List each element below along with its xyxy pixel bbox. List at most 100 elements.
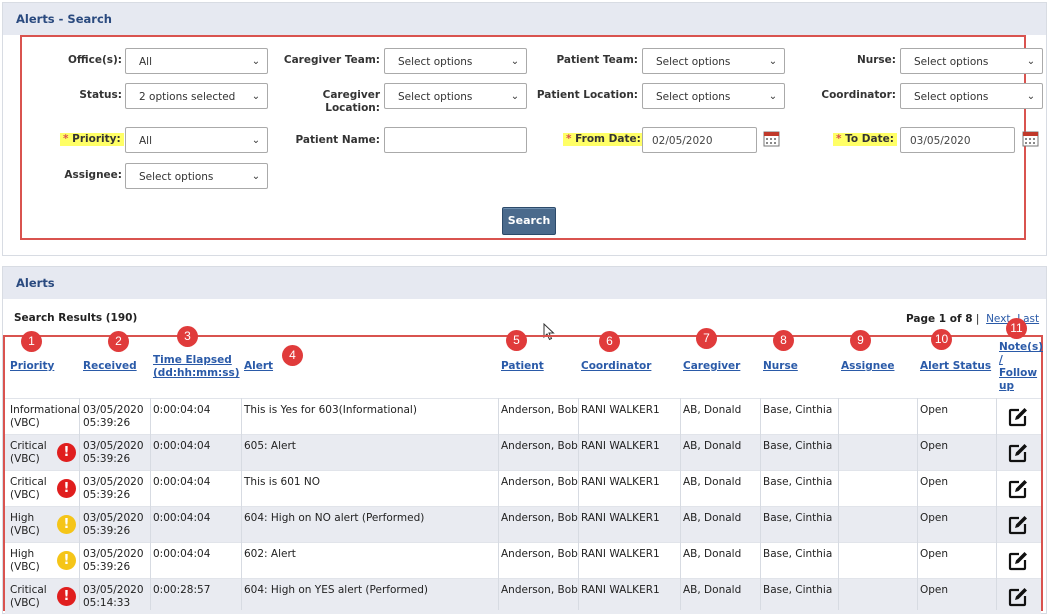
page-indicator: Page 1 of 8 bbox=[906, 313, 973, 325]
col-time-elapsed-line1: Time Elapsed bbox=[153, 354, 232, 366]
chevron-down-icon: ⌄ bbox=[510, 91, 520, 102]
coordinator-select[interactable]: Select options ⌄ bbox=[900, 83, 1043, 109]
status-select[interactable]: 2 options selected ⌄ bbox=[125, 83, 268, 109]
patient-cell: Anderson, Bob bbox=[501, 584, 578, 596]
required-star: * bbox=[63, 133, 69, 145]
table-row[interactable]: High (VBC)! 03/05/2020 05:39:26 0:00:04:04 60… bbox=[5, 542, 1041, 578]
col-patient[interactable]: Patient bbox=[501, 360, 544, 373]
status-cell: Open bbox=[920, 584, 949, 596]
alert-cell: This is Yes for 603(Informational) bbox=[244, 404, 417, 416]
received-date: 03/05/2020 bbox=[83, 404, 144, 416]
col-alert-status[interactable]: Alert Status bbox=[920, 360, 991, 373]
elapsed-cell: 0:00:04:04 bbox=[153, 440, 211, 452]
chevron-down-icon: ⌄ bbox=[251, 135, 261, 146]
edit-note-icon[interactable] bbox=[1007, 442, 1029, 464]
col-separator bbox=[150, 398, 151, 610]
caregiver-location-value: Select options bbox=[398, 91, 473, 103]
col-notes-line4: up bbox=[999, 380, 1014, 392]
priority-label-text: Priority: bbox=[72, 133, 121, 145]
col-received[interactable]: Received bbox=[83, 360, 137, 373]
callout-badge-9: 9 bbox=[850, 330, 871, 351]
assignee-select[interactable]: Select options ⌄ bbox=[125, 163, 268, 189]
elapsed-cell: 0:00:28:57 bbox=[153, 584, 211, 596]
callout-badge-1: 1 bbox=[21, 331, 42, 352]
col-time-elapsed[interactable]: Time Elapsed (dd:hh:mm:ss) bbox=[153, 354, 240, 380]
nurse-cell: Base, Cinthia bbox=[763, 440, 833, 452]
chevron-down-icon: ⌄ bbox=[768, 56, 778, 67]
pager-separator: | bbox=[975, 313, 980, 325]
priority-label: * Priority: bbox=[60, 133, 124, 146]
col-separator bbox=[498, 398, 499, 610]
col-notes-line2: / bbox=[999, 354, 1003, 366]
elapsed-cell: 0:00:04:04 bbox=[153, 512, 211, 524]
col-assignee[interactable]: Assignee bbox=[841, 360, 894, 373]
col-separator bbox=[578, 398, 579, 610]
caregiver-location-select[interactable]: Select options ⌄ bbox=[384, 83, 527, 109]
chevron-down-icon: ⌄ bbox=[251, 171, 261, 182]
patient-name-label: Patient Name: bbox=[295, 134, 380, 146]
priority-cell: High (VBC) bbox=[10, 512, 40, 538]
callout-badge-6: 6 bbox=[599, 331, 620, 352]
from-date-label-text: From Date: bbox=[575, 133, 641, 145]
priority-value: All bbox=[139, 135, 153, 147]
chevron-down-icon: ⌄ bbox=[251, 91, 261, 102]
calendar-icon[interactable] bbox=[763, 130, 780, 147]
patient-cell: Anderson, Bob bbox=[501, 476, 578, 488]
col-notes-followup[interactable]: Note(s) / Follow up bbox=[999, 341, 1043, 393]
caregiver-team-select[interactable]: Select options ⌄ bbox=[384, 48, 527, 74]
col-separator bbox=[241, 398, 242, 610]
caregiver-location-label-line2: Location: bbox=[325, 102, 380, 114]
priority-cell: Critical (VBC) bbox=[10, 440, 47, 466]
chevron-down-icon: ⌄ bbox=[1026, 56, 1036, 67]
patient-name-input[interactable] bbox=[384, 127, 527, 153]
callout-badge-4: 4 bbox=[282, 345, 303, 366]
nurse-value: Select options bbox=[914, 56, 989, 68]
table-row[interactable]: Critical (VBC)! 03/05/2020 05:39:26 0:00:04:… bbox=[5, 434, 1041, 470]
received-time: 05:39:26 bbox=[83, 489, 131, 501]
elapsed-cell: 0:00:04:04 bbox=[153, 476, 211, 488]
from-date-input[interactable]: 02/05/2020 bbox=[642, 127, 757, 153]
priority-source: (VBC) bbox=[10, 489, 40, 501]
alert-cell: 604: High on NO alert (Performed) bbox=[244, 512, 425, 524]
received-cell: 03/05/2020 05:39:26 bbox=[83, 548, 144, 574]
calendar-icon[interactable] bbox=[1022, 130, 1039, 147]
coordinator-cell: RANI WALKER1 bbox=[581, 476, 660, 488]
offices-select[interactable]: All ⌄ bbox=[125, 48, 268, 74]
table-row[interactable]: Critical (VBC)! 03/05/2020 05:39:26 0:00:04:… bbox=[5, 470, 1041, 506]
assignee-label: Assignee: bbox=[64, 169, 122, 181]
callout-badge-5: 5 bbox=[506, 330, 527, 351]
received-cell: 03/05/2020 05:39:26 bbox=[83, 404, 144, 430]
search-button[interactable]: Search bbox=[502, 207, 556, 235]
patient-location-label: Patient Location: bbox=[536, 89, 638, 101]
patient-team-select[interactable]: Select options ⌄ bbox=[642, 48, 785, 74]
status-value: 2 options selected bbox=[139, 91, 236, 103]
callout-badge-2: 2 bbox=[108, 331, 129, 352]
patient-cell: Anderson, Bob bbox=[501, 512, 578, 524]
table-row[interactable]: Critical (VBC)! 03/05/2020 05:14:33 0:00:28:… bbox=[5, 578, 1041, 614]
edit-note-icon[interactable] bbox=[1007, 550, 1029, 572]
edit-note-icon[interactable] bbox=[1007, 478, 1029, 500]
from-date-label: * From Date: bbox=[563, 133, 644, 146]
coordinator-cell: RANI WALKER1 bbox=[581, 584, 660, 596]
priority-text: High bbox=[10, 512, 35, 524]
status-cell: Open bbox=[920, 512, 949, 524]
patient-location-value: Select options bbox=[656, 91, 731, 103]
col-alert[interactable]: Alert bbox=[244, 360, 273, 373]
assignee-value: Select options bbox=[139, 171, 214, 183]
to-date-input[interactable]: 03/05/2020 bbox=[900, 127, 1015, 153]
edit-note-icon[interactable] bbox=[1007, 586, 1029, 608]
edit-note-icon[interactable] bbox=[1007, 406, 1029, 428]
col-caregiver[interactable]: Caregiver bbox=[683, 360, 740, 373]
priority-select[interactable]: All ⌄ bbox=[125, 127, 268, 153]
table-row[interactable]: Informational (VBC) 03/05/2020 05:39:26 0:00… bbox=[5, 398, 1041, 434]
col-coordinator[interactable]: Coordinator bbox=[581, 360, 651, 373]
nurse-select[interactable]: Select options ⌄ bbox=[900, 48, 1043, 74]
col-notes-line1: Note(s) bbox=[999, 341, 1043, 353]
patient-location-select[interactable]: Select options ⌄ bbox=[642, 83, 785, 109]
priority-cell: Critical (VBC) bbox=[10, 584, 47, 610]
caregiver-team-value: Select options bbox=[398, 56, 473, 68]
col-nurse[interactable]: Nurse bbox=[763, 360, 798, 373]
col-priority[interactable]: Priority bbox=[10, 360, 54, 373]
edit-note-icon[interactable] bbox=[1007, 514, 1029, 536]
table-row[interactable]: High (VBC)! 03/05/2020 05:39:26 0:00:04:04 60… bbox=[5, 506, 1041, 542]
